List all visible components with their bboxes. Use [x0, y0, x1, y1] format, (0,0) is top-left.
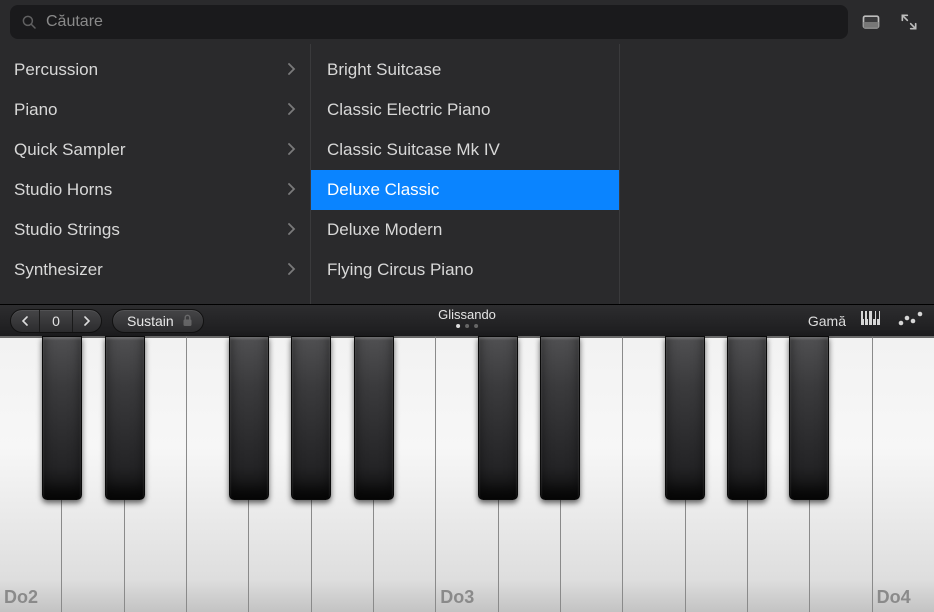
preset-item[interactable]: Deluxe Classic — [311, 170, 619, 210]
category-label: Studio Strings — [14, 220, 120, 240]
keyboard-control-strip: 0 Sustain Glissando Gamă — [0, 304, 934, 336]
key-label: Do3 — [440, 587, 474, 608]
category-label: Piano — [14, 100, 57, 120]
sustain-button[interactable]: Sustain — [112, 309, 204, 333]
keyboard-layout-button[interactable] — [860, 309, 884, 332]
category-label: Percussion — [14, 60, 98, 80]
fullscreen-button[interactable] — [894, 7, 924, 37]
category-label: Synthesizer — [14, 260, 103, 280]
preset-item[interactable]: Deluxe Modern — [311, 210, 619, 250]
black-key[interactable] — [540, 336, 580, 500]
preset-item[interactable]: Bright Suitcase — [311, 50, 619, 90]
category-item[interactable]: Percussion — [0, 50, 310, 90]
preset-column: Bright Suitcase Classic Electric Piano Cla… — [310, 44, 620, 304]
category-item[interactable]: Synthesizer — [0, 250, 310, 290]
black-key[interactable] — [229, 336, 269, 500]
category-item[interactable]: Piano — [0, 90, 310, 130]
preset-item[interactable]: Classic Electric Piano — [311, 90, 619, 130]
preset-label: Flying Circus Piano — [327, 260, 473, 280]
search-icon — [20, 13, 38, 31]
chevron-right-icon — [287, 100, 296, 120]
black-key[interactable] — [478, 336, 518, 500]
key-label: Do4 — [877, 587, 911, 608]
octave-down-button[interactable] — [11, 310, 39, 332]
touch-mode-label: Glissando — [438, 307, 496, 322]
category-item[interactable]: Studio Horns — [0, 170, 310, 210]
search-field-container — [10, 5, 848, 39]
white-key[interactable]: Do4 — [873, 336, 934, 612]
chevron-right-icon — [287, 220, 296, 240]
black-key[interactable] — [665, 336, 705, 500]
black-key[interactable] — [291, 336, 331, 500]
key-label: Do2 — [4, 587, 38, 608]
view-toggle-button[interactable] — [856, 7, 886, 37]
black-key[interactable] — [727, 336, 767, 500]
page-dot — [465, 324, 469, 328]
page-dot — [474, 324, 478, 328]
octave-stepper: 0 — [10, 309, 102, 333]
search-bar — [0, 0, 934, 44]
preset-label: Classic Suitcase Mk IV — [327, 140, 500, 160]
category-item[interactable]: Studio Strings — [0, 210, 310, 250]
octave-value: 0 — [39, 310, 73, 332]
chevron-right-icon — [287, 140, 296, 160]
chevron-right-icon — [287, 260, 296, 280]
page-dot — [456, 324, 460, 328]
octave-up-button[interactable] — [73, 310, 101, 332]
preset-item[interactable]: Flying Circus Piano — [311, 250, 619, 290]
page-dots — [438, 324, 496, 328]
black-key[interactable] — [105, 336, 145, 500]
preset-item[interactable]: Classic Suitcase Mk IV — [311, 130, 619, 170]
chevron-right-icon — [287, 180, 296, 200]
scale-button[interactable]: Gamă — [808, 313, 846, 329]
touch-mode-indicator[interactable]: Glissando — [438, 307, 496, 328]
search-input[interactable] — [46, 13, 838, 31]
preset-label: Bright Suitcase — [327, 60, 441, 80]
sustain-label: Sustain — [127, 313, 174, 329]
musical-keyboard: Do2 Do3 Do4 — [0, 336, 934, 612]
chevron-right-icon — [287, 60, 296, 80]
lock-icon — [182, 314, 193, 327]
arpeggiator-button[interactable] — [898, 309, 924, 332]
category-label: Quick Sampler — [14, 140, 125, 160]
category-label: Studio Horns — [14, 180, 112, 200]
black-key[interactable] — [354, 336, 394, 500]
black-key[interactable] — [789, 336, 829, 500]
preset-label: Deluxe Classic — [327, 180, 439, 200]
instrument-browser: Percussion Piano Quick Sampler Studio Horns… — [0, 44, 934, 304]
category-column: Percussion Piano Quick Sampler Studio Horns… — [0, 44, 310, 304]
preset-label: Deluxe Modern — [327, 220, 442, 240]
preset-label: Classic Electric Piano — [327, 100, 490, 120]
black-key[interactable] — [42, 336, 82, 500]
category-item[interactable]: Quick Sampler — [0, 130, 310, 170]
